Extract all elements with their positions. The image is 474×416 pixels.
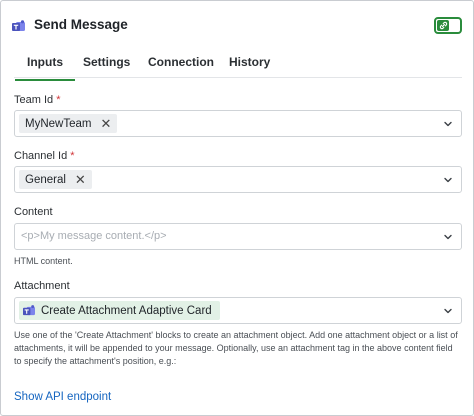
- teams-icon: [23, 304, 35, 315]
- attachment-chip: Create Attachment Adaptive Card: [19, 301, 220, 320]
- channel-id-select[interactable]: General ✕: [14, 166, 462, 193]
- team-id-label: Team Id *: [14, 94, 60, 106]
- attachment-help-line: Use one of the 'Create Attachment' block…: [14, 330, 458, 340]
- panel-title: Send Message: [34, 17, 128, 32]
- channel-id-value: General: [25, 173, 66, 186]
- tab-history[interactable]: History: [229, 55, 270, 77]
- attachment-label: Attachment: [14, 280, 70, 292]
- attachment-select[interactable]: Create Attachment Adaptive Card: [14, 297, 462, 324]
- channel-id-label-text: Channel Id: [14, 150, 68, 162]
- tab-connection[interactable]: Connection: [148, 55, 214, 77]
- channel-id-label: Channel Id *: [14, 150, 75, 162]
- send-message-panel: Send Message Inputs Settings Connection …: [0, 0, 474, 416]
- remove-team-icon[interactable]: ✕: [100, 117, 111, 130]
- content-input[interactable]: <p>My message content.</p>: [14, 223, 462, 250]
- link-icon: [437, 20, 449, 31]
- enable-toggle[interactable]: [434, 17, 462, 34]
- tab-bar: Inputs Settings Connection History: [14, 51, 462, 81]
- team-id-select[interactable]: MyNewTeam ✕: [14, 110, 462, 137]
- channel-id-chip: General ✕: [19, 170, 92, 189]
- chevron-down-icon[interactable]: [443, 175, 453, 185]
- chevron-down-icon[interactable]: [443, 232, 453, 242]
- tabs-divider: [14, 77, 462, 78]
- attachment-help-line: attachments, it will be appended to your…: [14, 343, 453, 353]
- team-id-chip: MyNewTeam ✕: [19, 114, 118, 133]
- attachment-help-line: to specify the attachment's position, e.…: [14, 356, 177, 366]
- chevron-down-icon[interactable]: [443, 119, 453, 129]
- required-mark: *: [56, 94, 61, 106]
- team-id-value: MyNewTeam: [25, 117, 92, 130]
- content-help: HTML content.: [14, 256, 73, 266]
- tab-inputs[interactable]: Inputs: [15, 55, 75, 81]
- attachment-value: Create Attachment Adaptive Card: [41, 304, 212, 317]
- panel-header: Send Message: [1, 1, 473, 51]
- content-placeholder: <p>My message content.</p>: [21, 230, 167, 242]
- team-id-label-text: Team Id: [14, 94, 54, 106]
- teams-icon: [12, 20, 25, 31]
- remove-channel-icon[interactable]: ✕: [75, 173, 86, 186]
- show-api-endpoint-link[interactable]: Show API endpoint: [14, 391, 111, 403]
- chevron-down-icon[interactable]: [443, 306, 453, 316]
- tab-settings[interactable]: Settings: [83, 55, 130, 77]
- required-mark: *: [70, 150, 75, 162]
- content-label: Content: [14, 206, 53, 218]
